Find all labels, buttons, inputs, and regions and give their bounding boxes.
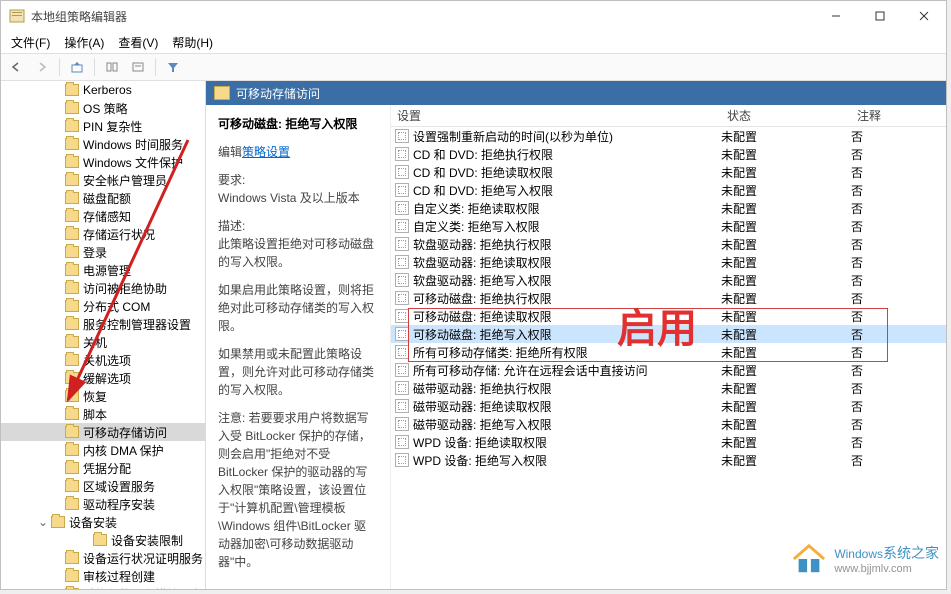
- tree-item[interactable]: 存储运行状况: [1, 225, 205, 243]
- list-row[interactable]: 自定义类: 拒绝写入权限未配置否: [391, 217, 946, 235]
- list-row[interactable]: 磁带驱动器: 拒绝执行权限未配置否: [391, 379, 946, 397]
- list-row[interactable]: 所有可移动存储类: 拒绝所有权限未配置否: [391, 343, 946, 361]
- tree-item[interactable]: Windows 时间服务: [1, 135, 205, 153]
- path-bar: 可移动存储访问: [206, 81, 946, 105]
- list-row[interactable]: 设置强制重新启动的时间(以秒为单位)未配置否: [391, 127, 946, 145]
- tree-item[interactable]: 分布式 COM: [1, 297, 205, 315]
- list-row[interactable]: 所有可移动存储: 允许在远程会话中直接访问未配置否: [391, 361, 946, 379]
- house-icon: [790, 542, 828, 576]
- list-row[interactable]: 磁带驱动器: 拒绝读取权限未配置否: [391, 397, 946, 415]
- tree-item[interactable]: 登录: [1, 243, 205, 261]
- menu-view[interactable]: 查看(V): [112, 32, 164, 53]
- list-row[interactable]: 可移动磁盘: 拒绝执行权限未配置否: [391, 289, 946, 307]
- list-row[interactable]: 软盘驱动器: 拒绝执行权限未配置否: [391, 235, 946, 253]
- col-setting[interactable]: 设置: [391, 107, 721, 124]
- tree-item[interactable]: 缓解选项: [1, 369, 205, 387]
- tree-pane[interactable]: KerberosOS 策略PIN 复杂性Windows 时间服务Windows …: [1, 81, 206, 589]
- menu-bar: 文件(F) 操作(A) 查看(V) 帮助(H): [1, 31, 946, 53]
- tree-item[interactable]: 设备安装限制: [1, 531, 205, 549]
- list-row[interactable]: 磁带驱动器: 拒绝写入权限未配置否: [391, 415, 946, 433]
- col-note[interactable]: 注释: [851, 107, 911, 124]
- filter-button[interactable]: [162, 56, 184, 78]
- tree-item[interactable]: ⌄设备安装: [1, 513, 205, 531]
- list-body: 设置强制重新启动的时间(以秒为单位)未配置否CD 和 DVD: 拒绝执行权限未配…: [391, 127, 946, 469]
- list-row[interactable]: 自定义类: 拒绝读取权限未配置否: [391, 199, 946, 217]
- tree-item[interactable]: 访问被拒绝协助: [1, 279, 205, 297]
- tree-item[interactable]: 设备运行状况证明服务: [1, 549, 205, 567]
- detail-pane: 可移动磁盘: 拒绝写入权限 编辑策略设置 要求:Windows Vista 及以…: [206, 105, 946, 589]
- list-row[interactable]: 软盘驱动器: 拒绝写入权限未配置否: [391, 271, 946, 289]
- title-bar: 本地组策略编辑器: [1, 1, 946, 31]
- app-window: 本地组策略编辑器 文件(F) 操作(A) 查看(V) 帮助(H) Kerbero…: [0, 0, 947, 590]
- content-area: KerberosOS 策略PIN 复杂性Windows 时间服务Windows …: [1, 81, 946, 589]
- list-row[interactable]: WPD 设备: 拒绝读取权限未配置否: [391, 433, 946, 451]
- settings-list: 设置 状态 注释 设置强制重新启动的时间(以秒为单位)未配置否CD 和 DVD:…: [391, 105, 946, 589]
- tree-item[interactable]: 电源管理: [1, 261, 205, 279]
- tree-item[interactable]: 恢复: [1, 387, 205, 405]
- col-state[interactable]: 状态: [721, 107, 851, 124]
- path-title: 可移动存储访问: [236, 85, 320, 102]
- menu-help[interactable]: 帮助(H): [166, 32, 219, 53]
- list-row[interactable]: WPD 设备: 拒绝写入权限未配置否: [391, 451, 946, 469]
- tree-item[interactable]: Windows 文件保护: [1, 153, 205, 171]
- tree-item[interactable]: OS 策略: [1, 99, 205, 117]
- tree-item[interactable]: 受信任的平台模块服务: [1, 585, 205, 589]
- tree-item[interactable]: 关机: [1, 333, 205, 351]
- list-row[interactable]: CD 和 DVD: 拒绝写入权限未配置否: [391, 181, 946, 199]
- tree-item[interactable]: 区域设置服务: [1, 477, 205, 495]
- edit-policy-link[interactable]: 策略设置: [242, 145, 290, 159]
- setting-heading: 可移动磁盘: 拒绝写入权限: [218, 115, 378, 133]
- tree-item[interactable]: 审核过程创建: [1, 567, 205, 585]
- tree-item[interactable]: 关机选项: [1, 351, 205, 369]
- window-title: 本地组策略编辑器: [31, 8, 814, 25]
- tree-item[interactable]: 服务控制管理器设置: [1, 315, 205, 333]
- tree-item[interactable]: 凭据分配: [1, 459, 205, 477]
- watermark: Windows系统之家 www.bjjmlv.com: [790, 542, 939, 576]
- list-row[interactable]: CD 和 DVD: 拒绝读取权限未配置否: [391, 163, 946, 181]
- list-header: 设置 状态 注释: [391, 105, 946, 127]
- list-row[interactable]: 软盘驱动器: 拒绝读取权限未配置否: [391, 253, 946, 271]
- back-button[interactable]: [5, 56, 27, 78]
- forward-button[interactable]: [31, 56, 53, 78]
- toolbar: [1, 53, 946, 81]
- tree-item[interactable]: 驱动程序安装: [1, 495, 205, 513]
- folder-icon: [214, 86, 230, 100]
- tree-item[interactable]: Kerberos: [1, 81, 205, 99]
- menu-action[interactable]: 操作(A): [58, 32, 110, 53]
- tree-item[interactable]: 磁盘配额: [1, 189, 205, 207]
- maximize-button[interactable]: [858, 2, 902, 30]
- show-hide-button[interactable]: [101, 56, 123, 78]
- tree-item[interactable]: 脚本: [1, 405, 205, 423]
- tree-item[interactable]: 可移动存储访问: [1, 423, 205, 441]
- right-pane: 可移动存储访问 可移动磁盘: 拒绝写入权限 编辑策略设置 要求:Windows …: [206, 81, 946, 589]
- export-button[interactable]: [127, 56, 149, 78]
- tree-item[interactable]: 存储感知: [1, 207, 205, 225]
- list-row[interactable]: 可移动磁盘: 拒绝写入权限未配置否: [391, 325, 946, 343]
- list-row[interactable]: 可移动磁盘: 拒绝读取权限未配置否: [391, 307, 946, 325]
- tree-item[interactable]: 安全帐户管理员: [1, 171, 205, 189]
- up-button[interactable]: [66, 56, 88, 78]
- tree-item[interactable]: PIN 复杂性: [1, 117, 205, 135]
- menu-file[interactable]: 文件(F): [5, 32, 56, 53]
- description-pane: 可移动磁盘: 拒绝写入权限 编辑策略设置 要求:Windows Vista 及以…: [206, 105, 391, 589]
- close-button[interactable]: [902, 2, 946, 30]
- list-row[interactable]: CD 和 DVD: 拒绝执行权限未配置否: [391, 145, 946, 163]
- tree-item[interactable]: 内核 DMA 保护: [1, 441, 205, 459]
- minimize-button[interactable]: [814, 2, 858, 30]
- app-icon: [9, 8, 25, 24]
